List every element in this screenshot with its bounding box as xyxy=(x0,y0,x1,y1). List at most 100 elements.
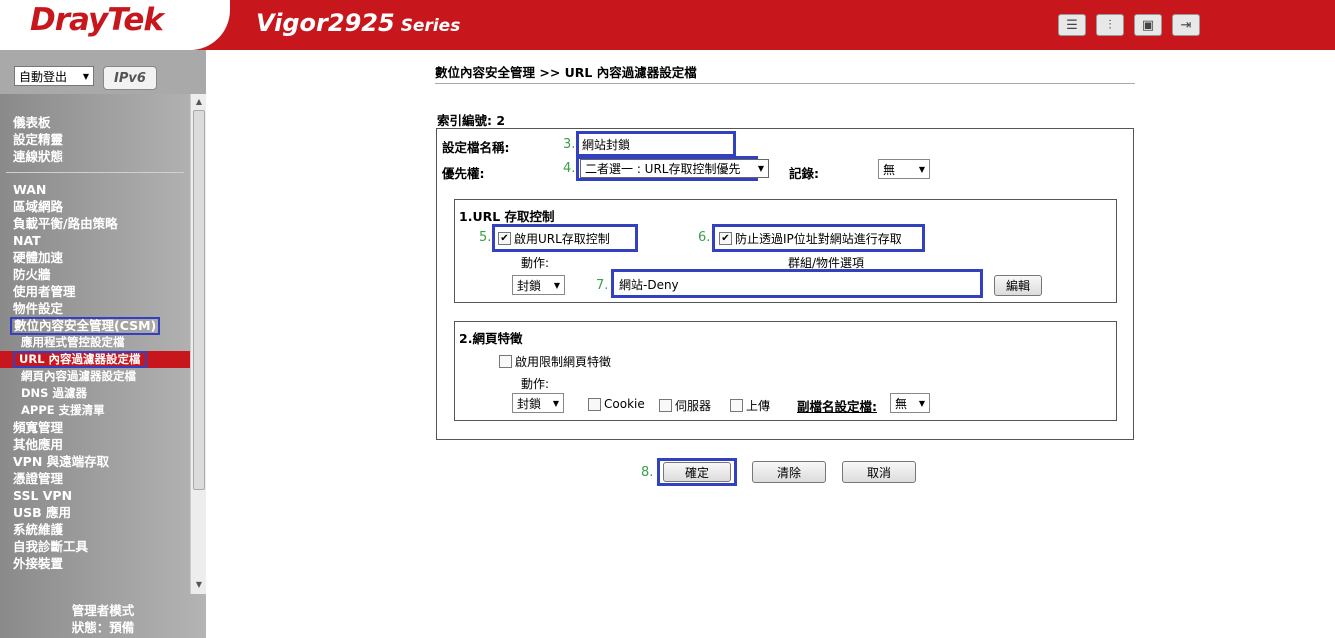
sidebar-scrollbar[interactable]: ▲ ▼ xyxy=(190,94,206,594)
prevent-ip-checkbox[interactable]: ✔ xyxy=(719,232,732,245)
profile-name-highlight: 網站封鎖 xyxy=(576,131,736,157)
web-features-group: 2.網頁特徵 啟用限制網頁特徵 動作: 封鎖 ▼ Cookie 伺服器 上傳 副… xyxy=(454,321,1117,421)
index-label: 索引編號: 2 xyxy=(437,113,506,128)
scroll-up-icon[interactable]: ▲ xyxy=(194,97,204,107)
ok-button[interactable]: 確定 xyxy=(663,462,731,482)
chevron-down-icon: ▼ xyxy=(552,398,559,408)
section1-action-label: 動作: xyxy=(521,256,550,270)
status-label: 狀態：預備 xyxy=(71,620,135,635)
edit-button[interactable]: 編輯 xyxy=(994,275,1042,296)
sidebar-item-bandwidth[interactable]: 頻寬管理 xyxy=(0,419,190,436)
sidebar-item-certificates[interactable]: 憑證管理 xyxy=(0,470,190,487)
sidebar-item-lan[interactable]: 區域網路 xyxy=(0,198,190,215)
csm-label: 數位內容安全管理(CSM) xyxy=(10,317,161,335)
clear-button[interactable]: 清除 xyxy=(752,461,826,483)
log-label: 記錄: xyxy=(789,166,819,181)
chevron-down-icon: ▼ xyxy=(918,398,925,408)
ext-profile-select[interactable]: 無 ▼ xyxy=(890,393,930,413)
chevron-down-icon: ▼ xyxy=(918,164,925,174)
model-series: Series xyxy=(400,16,461,36)
section1-action-select[interactable]: 封鎖 ▼ xyxy=(512,275,565,295)
log-value: 無 xyxy=(883,162,896,177)
enable-web-features-control[interactable]: 啟用限制網頁特徵 xyxy=(499,353,611,370)
scrollbar-thumb[interactable] xyxy=(193,110,205,490)
layout-icon[interactable]: ☰ xyxy=(1058,14,1086,36)
prevent-ip-control[interactable]: ✔ 防止透過IP位址對網站進行存取 xyxy=(719,230,902,247)
sidebar-item-web-filter[interactable]: 網頁內容過濾器設定檔 xyxy=(0,368,190,385)
sidebar-item-url-filter[interactable]: URL 內容過濾器設定檔 xyxy=(0,351,190,368)
profile-name-input[interactable]: 網站封鎖 xyxy=(580,135,732,153)
ext-profile-label[interactable]: 副檔名設定檔: xyxy=(797,396,877,415)
cookie-checkbox[interactable] xyxy=(588,397,601,411)
enable-web-features-label: 啟用限制網頁特徵 xyxy=(515,355,612,369)
sidebar-item-app-profile[interactable]: 應用程式管控設定檔 xyxy=(0,334,190,351)
logout-icon[interactable]: ⇥ xyxy=(1172,14,1200,36)
cookie-control[interactable]: Cookie xyxy=(588,397,645,411)
step-6-marker: 6. xyxy=(698,230,711,245)
sidebar-item-wan[interactable]: WAN xyxy=(0,181,190,198)
log-select[interactable]: 無 ▼ xyxy=(878,159,930,179)
step-5-marker: 5. xyxy=(479,230,492,245)
upload-control[interactable]: 上傳 xyxy=(730,397,770,414)
section2-title: 2.網頁特徵 xyxy=(459,331,523,346)
profile-form: 設定檔名稱: 3. 網站封鎖 優先權: 4. 二者選一 : URL存取控制優先 … xyxy=(436,128,1134,440)
header-toolbar: ☰ ⫶ ▣ ⇥ xyxy=(1058,14,1200,36)
sidebar-item-maintenance[interactable]: 系統維護 xyxy=(0,521,190,538)
url-access-control-group: 1.URL 存取控制 5. ✔ 啟用URL存取控制 6. ✔ 防止透過IP位址對… xyxy=(454,199,1117,303)
auto-logout-select[interactable]: 自動登出 ▼ xyxy=(14,66,94,86)
sidebar-item-ssl-vpn[interactable]: SSL VPN xyxy=(0,487,190,504)
settings-sliders-icon[interactable]: ⫶ xyxy=(1096,14,1124,36)
sidebar-item-nat[interactable]: NAT xyxy=(0,232,190,249)
upload-label: 上傳 xyxy=(746,399,771,413)
section2-action-value: 封鎖 xyxy=(517,396,542,411)
title-divider xyxy=(435,83,1135,84)
enable-web-features-checkbox[interactable] xyxy=(499,355,512,368)
sidebar-item-appe-list[interactable]: APPE 支援清單 xyxy=(0,402,190,419)
sidebar-item-vpn[interactable]: VPN 與遠端存取 xyxy=(0,453,190,470)
section2-action-select[interactable]: 封鎖 ▼ xyxy=(512,393,564,413)
section2-action-label: 動作: xyxy=(521,377,550,391)
sidebar-item-firewall[interactable]: 防火牆 xyxy=(0,266,190,283)
scroll-down-icon[interactable]: ▼ xyxy=(194,580,204,590)
enable-url-checkbox[interactable]: ✔ xyxy=(498,232,511,245)
prevent-ip-label: 防止透過IP位址對網站進行存取 xyxy=(735,232,902,246)
priority-select[interactable]: 二者選一 : URL存取控制優先 ▼ xyxy=(580,159,769,178)
proxy-label: 伺服器 xyxy=(675,399,712,413)
sidebar-item-dns-filter[interactable]: DNS 過濾器 xyxy=(0,385,190,402)
proxy-control[interactable]: 伺服器 xyxy=(659,397,711,414)
ext-profile-value: 無 xyxy=(895,396,908,411)
cookie-label: Cookie xyxy=(604,397,645,411)
sidebar: 自動登出 ▼ IPv6 儀表板 設定精靈 連線狀態 WAN 區域網路 負載平衡/… xyxy=(0,50,206,638)
upload-checkbox[interactable] xyxy=(730,399,743,412)
sidebar-item-user-mgmt[interactable]: 使用者管理 xyxy=(0,283,190,300)
proxy-checkbox[interactable] xyxy=(659,399,672,412)
brand-logo: DrayTek xyxy=(30,2,164,38)
priority-value: 二者選一 : URL存取控制優先 xyxy=(585,162,741,176)
enable-url-control[interactable]: ✔ 啟用URL存取控制 xyxy=(498,230,610,247)
sidebar-item-applications[interactable]: 其他應用 xyxy=(0,436,190,453)
sidebar-item-csm[interactable]: 數位內容安全管理(CSM) xyxy=(0,317,190,335)
chevron-down-icon: ▼ xyxy=(757,164,764,173)
sidebar-item-load-balance[interactable]: 負載平衡/路由策略 xyxy=(0,215,190,232)
header-bar: DrayTek Vigor2925 Series ☰ ⫶ ▣ ⇥ xyxy=(0,0,1335,50)
step-3-marker: 3. xyxy=(563,137,576,152)
chevron-down-icon: ▼ xyxy=(82,71,89,81)
sidebar-item-dashboard[interactable]: 儀表板 xyxy=(0,114,190,131)
sidebar-item-online-status[interactable]: 連線狀態 xyxy=(0,148,190,165)
sidebar-item-objects[interactable]: 物件設定 xyxy=(0,300,190,317)
ipv6-button[interactable]: IPv6 xyxy=(103,66,157,90)
sidebar-item-wizard[interactable]: 設定精靈 xyxy=(0,131,190,148)
cancel-button[interactable]: 取消 xyxy=(842,461,916,483)
group-object-field[interactable]: 網站-Deny xyxy=(619,276,679,293)
save-icon[interactable]: ▣ xyxy=(1134,14,1162,36)
auto-logout-value: 自動登出 xyxy=(19,69,68,84)
admin-status: 管理者模式 狀態：預備 xyxy=(0,602,206,636)
sidebar-menu: 儀表板 設定精靈 連線狀態 WAN 區域網路 負載平衡/路由策略 NAT 硬體加… xyxy=(0,114,190,572)
enable-url-label: 啟用URL存取控制 xyxy=(514,232,610,246)
sidebar-item-hw-accel[interactable]: 硬體加速 xyxy=(0,249,190,266)
sidebar-item-usb[interactable]: USB 應用 xyxy=(0,504,190,521)
sidebar-item-diagnostics[interactable]: 自我診斷工具 xyxy=(0,538,190,555)
model-title: Vigor2925 Series xyxy=(256,9,460,37)
sidebar-item-external-devices[interactable]: 外接裝置 xyxy=(0,555,190,572)
url-filter-label: URL 內容過濾器設定檔 xyxy=(13,351,147,368)
